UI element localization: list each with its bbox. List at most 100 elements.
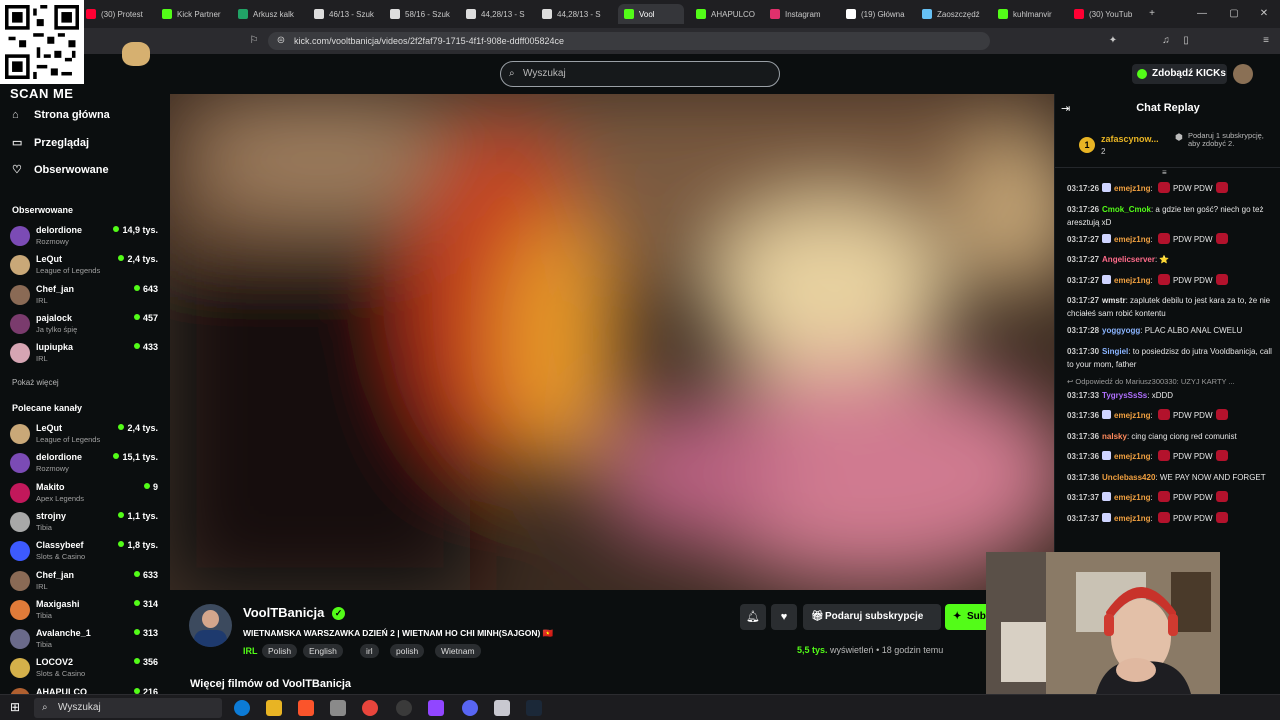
- tag-chip[interactable]: polish: [390, 644, 425, 658]
- bookmark-icon[interactable]: ⚐: [248, 35, 260, 47]
- message-username[interactable]: wmstr: [1102, 296, 1126, 305]
- security-app-icon[interactable]: [494, 700, 510, 716]
- viewer-count: 1,1 tys.: [118, 511, 158, 521]
- channel-item[interactable]: Avalanche_1 Tibia 313: [10, 627, 160, 655]
- channel-item[interactable]: strojny Tibia 1,1 tys.: [10, 510, 160, 538]
- browser-tab[interactable]: (30) Protest: [86, 4, 156, 24]
- obs-icon[interactable]: [396, 700, 412, 716]
- browser-tab[interactable]: Vool: [618, 4, 684, 24]
- message-username[interactable]: Angelicserver: [1102, 255, 1155, 264]
- show-more-link[interactable]: Pokaż więcej: [12, 378, 59, 387]
- browser-tab[interactable]: kuhlmanvir: [998, 4, 1068, 24]
- channel-item[interactable]: delordione Rozmowy 15,1 tys.: [10, 451, 160, 479]
- browser-tab[interactable]: 44,28/13 - S: [542, 4, 612, 24]
- browser-tab[interactable]: Arkusz kalk: [238, 4, 308, 24]
- message-username[interactable]: Singiel: [1102, 347, 1128, 356]
- discord-icon[interactable]: [462, 700, 478, 716]
- subscriber-badge-icon: [1102, 274, 1112, 284]
- browser-tab[interactable]: Kick Partner: [162, 4, 232, 24]
- notify-button[interactable]: 🔔︎: [740, 604, 766, 630]
- channel-avatar: [10, 658, 30, 679]
- get-kicks-label: Zdobądź KICKs: [1152, 68, 1226, 79]
- message-username[interactable]: emejz1ng: [1114, 411, 1150, 420]
- media-icon[interactable]: ♫: [1160, 35, 1172, 47]
- message-username[interactable]: emejz1ng: [1114, 514, 1150, 523]
- message-timestamp: 03:17:27: [1067, 255, 1100, 264]
- tag-chip[interactable]: irl: [360, 644, 379, 658]
- message-username[interactable]: TygrysSsSs: [1102, 391, 1147, 400]
- get-kicks-button[interactable]: Zdobądź KICKs: [1132, 64, 1227, 84]
- steam-icon[interactable]: [526, 700, 542, 716]
- message-username[interactable]: yoggyogg: [1102, 326, 1140, 335]
- close-window-icon[interactable]: ✕: [1258, 8, 1270, 20]
- channel-item[interactable]: Maxigashi Tibia 314: [10, 598, 160, 626]
- streaming-app-icon[interactable]: [428, 700, 444, 716]
- windows-start-icon[interactable]: ⊞: [10, 700, 20, 714]
- channel-item[interactable]: LeQut League of Legends 2,4 tys.: [10, 422, 160, 450]
- search-input[interactable]: ⌕ Wyszukaj: [500, 61, 780, 87]
- browser-tab[interactable]: Zaoszczędź: [922, 4, 992, 24]
- reply-reference[interactable]: ↩ Odpowiedź do Mariusz300330: UZYJ KARTY…: [1067, 377, 1235, 386]
- message-username[interactable]: emejz1ng: [1114, 184, 1150, 193]
- tag-chip[interactable]: English: [303, 644, 343, 658]
- message-username[interactable]: emejz1ng: [1114, 276, 1150, 285]
- minimize-icon[interactable]: —: [1196, 8, 1208, 20]
- channel-item[interactable]: LeQut League of Legends 2,4 tys.: [10, 253, 160, 281]
- maximize-icon[interactable]: ▢: [1228, 8, 1240, 20]
- brave-icon[interactable]: [298, 700, 314, 716]
- chrome-icon[interactable]: [362, 700, 378, 716]
- user-avatar[interactable]: [1233, 64, 1253, 84]
- channel-item[interactable]: delordione Rozmowy 14,9 tys.: [10, 224, 160, 252]
- channel-item[interactable]: pajalock Ja tylko śpię 457: [10, 312, 160, 340]
- new-tab-icon[interactable]: +: [1146, 8, 1158, 20]
- channel-avatar[interactable]: [189, 604, 232, 647]
- video-player[interactable]: [170, 94, 1054, 590]
- tab-favicon-icon: [390, 9, 400, 19]
- message-username[interactable]: nalsky: [1102, 432, 1127, 441]
- nav-item[interactable]: ♡ Obserwowane: [12, 163, 109, 177]
- channel-item[interactable]: Chef_jan IRL 633: [10, 569, 160, 597]
- browser-tab[interactable]: 58/16 - Szuk: [390, 4, 460, 24]
- channel-item[interactable]: lupiupka IRL 433: [10, 341, 160, 369]
- message-timestamp: 03:17:26: [1067, 204, 1100, 214]
- address-bar[interactable]: ⊜ kick.com/vooltbanicja/videos/2f2faf79-…: [268, 32, 990, 50]
- browser-tab[interactable]: AHAPULCO: [696, 4, 764, 24]
- gifter-name[interactable]: zafascynow...: [1101, 134, 1159, 144]
- site-info-icon[interactable]: ⊜: [275, 35, 287, 47]
- channel-item[interactable]: Classybeef Slots & Casino 1,8 tys.: [10, 539, 160, 567]
- browser-tab[interactable]: (19) Główna: [846, 4, 916, 24]
- message-username[interactable]: emejz1ng: [1114, 235, 1150, 244]
- tab-label: 46/13 - Szuk: [329, 9, 374, 19]
- browser-tab[interactable]: 44,28/13 - S: [466, 4, 536, 24]
- viewer-count: 356: [134, 657, 158, 667]
- channel-item[interactable]: Chef_jan IRL 643: [10, 283, 160, 311]
- message-username[interactable]: Unclebass420: [1102, 473, 1155, 482]
- nav-item[interactable]: ▭ Przeglądaj: [12, 136, 89, 150]
- channel-item[interactable]: Makito Apex Legends 9: [10, 481, 160, 509]
- follow-button[interactable]: ♥: [771, 604, 797, 630]
- message-username[interactable]: Cmok_Cmok: [1102, 205, 1151, 214]
- file-explorer-icon[interactable]: [266, 700, 282, 716]
- tag-chip[interactable]: Polish: [262, 644, 298, 658]
- message-username[interactable]: emejz1ng: [1114, 452, 1150, 461]
- channel-category: Tibia: [36, 610, 52, 620]
- extensions-icon[interactable]: ✦: [1107, 35, 1119, 47]
- channel-name[interactable]: VoolTBanicja ✓: [243, 605, 346, 620]
- sidebar-icon[interactable]: ▯: [1180, 35, 1192, 47]
- pinned-toggle-icon[interactable]: ≡: [1162, 168, 1167, 177]
- browser-tab[interactable]: (30) YouTub: [1074, 4, 1144, 24]
- browser-tab[interactable]: Instagram: [770, 4, 840, 24]
- browser-tab[interactable]: 46/13 - Szuk: [314, 4, 384, 24]
- category-link[interactable]: IRL: [243, 646, 258, 656]
- tag-chip[interactable]: Wietnam: [435, 644, 481, 658]
- gift-sub-button[interactable]: 🎁︎ Podaruj subskrypcje: [803, 604, 941, 630]
- edge-icon[interactable]: [234, 700, 250, 716]
- channel-item[interactable]: LOCOV2 Slots & Casino 356: [10, 656, 160, 684]
- channel-category: Apex Legends: [36, 493, 84, 503]
- taskbar-search[interactable]: ⌕ Wyszukaj: [34, 698, 222, 718]
- viewer-count: 633: [134, 570, 158, 580]
- message-username[interactable]: emejz1ng: [1114, 493, 1150, 502]
- menu-icon[interactable]: ≡: [1260, 35, 1272, 47]
- app-icon[interactable]: [330, 700, 346, 716]
- nav-item[interactable]: ⌂ Strona główna: [12, 109, 110, 121]
